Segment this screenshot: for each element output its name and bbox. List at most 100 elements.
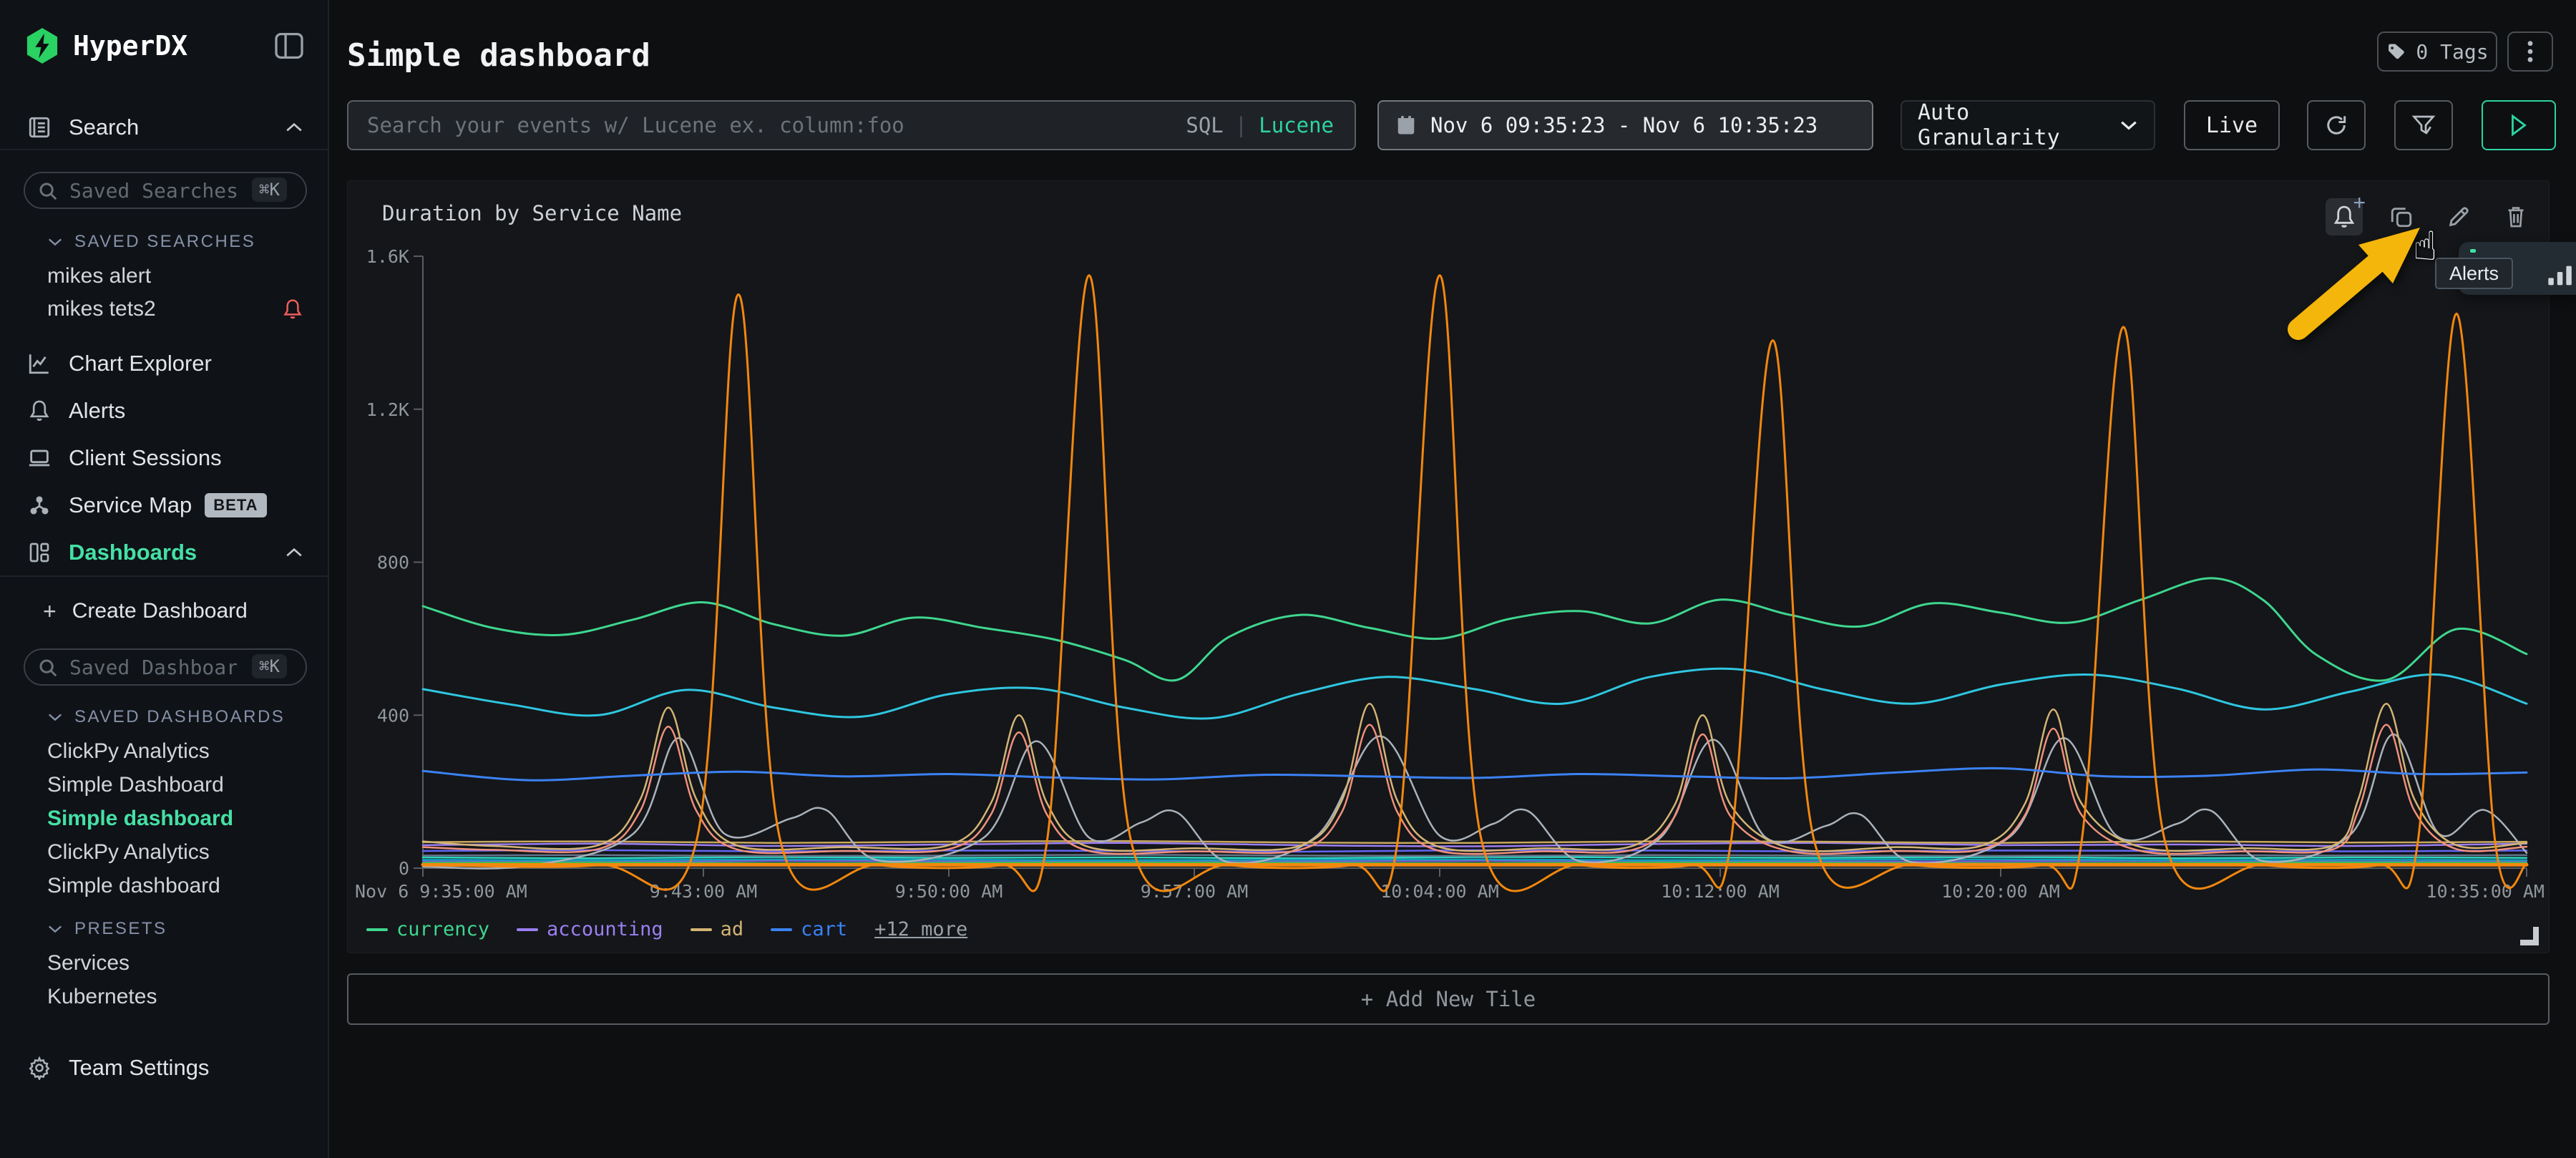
live-button[interactable]: Live [2184,100,2280,150]
legend-label: ad [721,918,744,940]
run-query-button[interactable] [2482,100,2556,150]
beta-badge: BETA [205,493,266,517]
sidebar-item-service-map[interactable]: Service Map BETA [0,487,329,524]
app-title: HyperDX [73,30,187,62]
svg-text:Nov 6 9:35:00 AM: Nov 6 9:35:00 AM [355,881,527,902]
bell-icon [26,399,53,423]
divider [0,149,328,150]
sidebar-item-label: Service Map [69,492,192,518]
saved-dashboard-item[interactable]: Simple dashboard [0,867,329,905]
refresh-button[interactable] [2307,100,2366,150]
laptop-icon [26,446,53,470]
saved-dashboard-item[interactable]: ClickPy Analytics [0,733,329,770]
svg-text:9:50:00 AM: 9:50:00 AM [895,881,1003,902]
add-new-tile-button[interactable]: + Add New Tile [347,973,2550,1025]
legend-item[interactable]: cart [771,918,847,940]
section-header-label: PRESETS [74,919,167,939]
alerts-tooltip: Alerts [2435,258,2513,289]
sidebar-item-team-settings[interactable]: Team Settings [0,1049,329,1086]
legend-swatch [517,928,538,931]
chevron-down-icon [47,924,63,934]
tile-title: Duration by Service Name [382,201,682,225]
collapse-sidebar-icon[interactable] [275,33,303,59]
plus-icon: + [43,598,57,625]
saved-dashboard-label: ClickPy Analytics [47,739,210,764]
sidebar-item-client-sessions[interactable]: Client Sessions [0,439,329,477]
saved-dashboard-item-active[interactable]: Simple dashboard [0,800,329,837]
legend-item[interactable]: currency [366,918,489,940]
granularity-select[interactable]: Auto Granularity [1901,100,2155,150]
sidebar-item-label: Alerts [69,398,125,424]
saved-search-item[interactable]: mikes tets2 [0,291,329,328]
tag-icon [2386,42,2406,62]
saved-search-item[interactable]: mikes alert [0,258,329,295]
play-icon [2508,113,2529,137]
tile-delete-button[interactable] [2497,198,2534,235]
saved-dashboard-label: Simple dashboard [47,874,220,898]
chevron-down-icon [47,712,63,722]
section-header-label: SAVED SEARCHES [74,232,255,252]
preset-item-kubernetes[interactable]: Kubernetes [0,978,329,1016]
live-button-label: Live [2206,113,2258,138]
create-dashboard-label: Create Dashboard [72,599,248,623]
legend-swatch [771,928,792,931]
saved-searches-header[interactable]: SAVED SEARCHES [0,223,329,261]
chevron-up-icon[interactable] [285,122,303,133]
dashboard-menu-button[interactable] [2507,31,2553,72]
sidebar: HyperDX Search ⌘K SAVED SEARCHES mikes a… [0,0,329,1158]
preset-label: Kubernetes [47,985,157,1009]
chevron-down-icon [2119,120,2138,131]
granularity-value: Auto Granularity [1918,100,2119,150]
hyperdx-logo-icon [26,28,59,64]
duration-chart: 04008001.2K1.6KNov 6 9:35:00 AM9:43:00 A… [348,242,2550,908]
legend-item[interactable]: accounting [517,918,663,940]
svg-text:10:04:00 AM: 10:04:00 AM [1380,881,1499,902]
bar-chart-icon [2546,262,2575,289]
chart-legend: currency accounting ad cart +12 more [366,918,967,940]
saved-dashboard-item[interactable]: Simple Dashboard [0,767,329,804]
shortcut-badge: ⌘K [252,177,287,202]
search-icon [37,180,59,202]
add-new-tile-label: + Add New Tile [1361,987,1536,1011]
svg-text:400: 400 [377,705,409,726]
sidebar-item-label: Client Sessions [69,445,222,471]
hand-cursor: ☝ [2413,223,2437,270]
tile-edit-button[interactable] [2440,198,2477,235]
legend-item[interactable]: ad [691,918,744,940]
presets-header[interactable]: PRESETS [0,910,329,948]
sidebar-item-alerts[interactable]: Alerts [0,392,329,429]
chevron-up-icon[interactable] [285,547,303,558]
saved-dashboards-header[interactable]: SAVED DASHBOARDS [0,699,329,736]
kebab-menu-icon [2527,39,2534,64]
saved-search-label: mikes alert [47,264,151,288]
legend-more-link[interactable]: +12 more [874,918,967,940]
tile-alerts-button[interactable]: + [2326,198,2363,235]
event-search-input[interactable] [347,100,1356,150]
svg-text:10:20:00 AM: 10:20:00 AM [1941,881,2060,902]
saved-search-label: mikes tets2 [47,297,156,321]
calendar-icon [1396,115,1416,136]
alert-bell-icon [282,298,303,321]
sidebar-item-chart-explorer[interactable]: Chart Explorer [0,345,329,382]
date-range-picker[interactable]: Nov 6 09:35:23 - Nov 6 10:35:23 [1377,100,1873,150]
sidebar-item-search[interactable]: Search [0,109,329,146]
dashboard-tile: Duration by Service Name + 04008001.2K1.… [347,180,2550,953]
tags-button[interactable]: 0 Tags [2377,31,2497,72]
saved-dashboard-item[interactable]: ClickPy Analytics [0,834,329,871]
preset-item-services[interactable]: Services [0,945,329,982]
create-dashboard-button[interactable]: + Create Dashboard [0,593,329,630]
legend-swatch [366,928,388,931]
chevron-down-icon [47,237,63,247]
filter-button[interactable] [2394,100,2453,150]
divider [0,575,328,577]
sidebar-item-dashboards[interactable]: Dashboards [0,534,329,571]
preset-label: Services [47,951,130,975]
svg-text:0: 0 [399,858,409,879]
svg-text:9:43:00 AM: 9:43:00 AM [650,881,758,902]
tile-resize-handle[interactable] [2520,927,2539,945]
logo-row: HyperDX [0,27,329,64]
gear-icon [26,1056,53,1080]
chart-explorer-icon [26,351,53,376]
svg-text:1.6K: 1.6K [366,246,409,267]
sidebar-item-label: Search [69,115,139,140]
